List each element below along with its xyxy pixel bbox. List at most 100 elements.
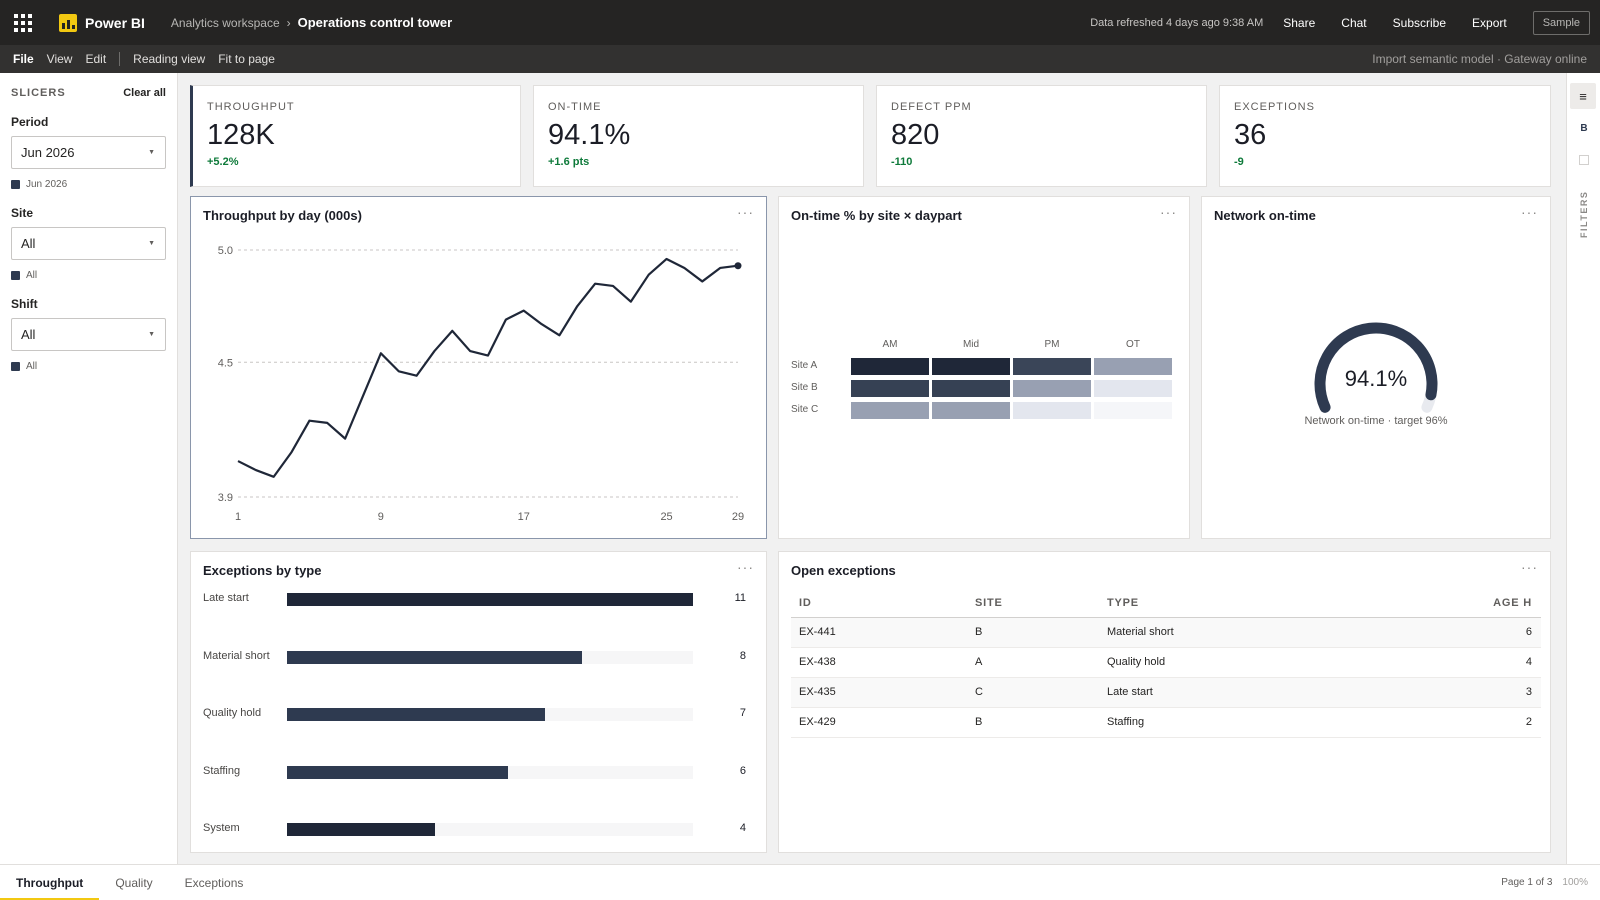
bar-category-label: Quality hold — [203, 707, 262, 719]
slicer-period-dropdown[interactable]: Jun 2026 ▼ — [11, 136, 166, 169]
bar[interactable] — [287, 708, 546, 721]
bar-track — [287, 823, 693, 836]
chevron-down-icon: ▼ — [148, 149, 155, 156]
menu-edit[interactable]: Edit — [85, 52, 106, 66]
bar-value-label: 6 — [739, 764, 746, 777]
slicer-shift-dropdown[interactable]: All ▼ — [11, 318, 166, 351]
column-header[interactable]: AGE H — [1399, 590, 1541, 618]
column-header[interactable]: ID — [791, 590, 967, 618]
heatmap-cell[interactable] — [1013, 402, 1091, 419]
slicer-site-dropdown[interactable]: All ▼ — [11, 227, 166, 260]
line-chart-visual[interactable]: Throughput by day (000s) ··· 3.9 4.5 5.0 1 9… — [190, 196, 767, 539]
visual-title: On-time % by site × daypart — [791, 208, 962, 223]
slicer-period-chip[interactable]: Jun 2026 — [11, 179, 166, 190]
chevron-down-icon: ▼ — [148, 240, 155, 247]
kpi-value: 128K — [207, 119, 275, 151]
more-options-icon[interactable]: ··· — [1521, 559, 1538, 575]
bar[interactable] — [287, 765, 509, 779]
menu-divider — [119, 52, 121, 66]
kpi-card-throughput[interactable]: THROUGHPUT 128K +5.2% — [190, 85, 521, 187]
gauge-visual[interactable]: Network on-time ··· 94.1% Network on-tim… — [1201, 196, 1551, 539]
slicer-shift-chip[interactable]: All — [11, 361, 166, 372]
bar-track — [287, 650, 693, 664]
heatmap-cell[interactable] — [851, 380, 929, 397]
column-header[interactable]: SITE — [967, 590, 1099, 618]
cell-age: 3 — [1399, 677, 1541, 708]
heatmap-cell[interactable] — [1094, 402, 1172, 419]
tab-exceptions[interactable]: Exceptions — [169, 865, 260, 900]
tab-throughput[interactable]: Throughput — [0, 865, 100, 900]
heatmap-column-label: AM — [882, 339, 898, 350]
menu-view[interactable]: View — [47, 52, 73, 66]
heatmap-visual[interactable]: On-time % by site × daypart ··· AM Mid PM O… — [778, 196, 1190, 539]
more-options-icon[interactable]: ··· — [737, 559, 754, 575]
zoom-level[interactable]: 100% — [1562, 877, 1588, 888]
bar[interactable] — [287, 823, 435, 836]
heatmap-cell[interactable] — [1094, 358, 1172, 375]
heatmap-cell[interactable] — [932, 380, 1010, 397]
table-row[interactable]: EX-438 A Quality hold 4 — [791, 647, 1541, 678]
kpi-delta: -9 — [1234, 156, 1244, 168]
slicer-site-label: Site — [11, 206, 34, 220]
bar-track — [287, 593, 693, 606]
top-bar: Power BI Analytics workspace › Operation… — [0, 0, 1600, 45]
slicer-site-chip[interactable]: All — [11, 270, 166, 281]
chevron-down-icon: ▼ — [148, 331, 155, 338]
report-title: Operations control tower — [297, 15, 453, 30]
checkbox-icon — [11, 362, 20, 371]
share-button[interactable]: Share — [1283, 16, 1315, 30]
clear-all-button[interactable]: Clear all — [123, 87, 166, 99]
bar-category-label: Material short — [203, 649, 270, 662]
table-visual[interactable]: Open exceptions ··· ID SITE TYPE AGE H E… — [778, 551, 1551, 853]
bar-category-label: System — [203, 822, 240, 834]
exceptions-table: ID SITE TYPE AGE H EX-441 B Material sho… — [791, 590, 1541, 738]
table-row[interactable]: EX-441 B Material short 6 — [791, 617, 1541, 648]
bar-chart-visual[interactable]: Exceptions by type ··· Late start 11 Mater… — [190, 551, 767, 853]
filters-tab[interactable]: FILTERS — [1570, 188, 1598, 238]
table-row[interactable]: EX-429 B Staffing 2 — [791, 707, 1541, 738]
heatmap-cell[interactable] — [932, 358, 1010, 375]
chat-button[interactable]: Chat — [1341, 16, 1366, 30]
menu-file[interactable]: File — [13, 52, 34, 66]
app-name[interactable]: Power BI — [85, 15, 145, 31]
bar[interactable] — [287, 593, 693, 606]
bar-value-label: 11 — [734, 592, 746, 604]
column-header[interactable]: TYPE — [1099, 590, 1399, 618]
bar-category-label: Staffing — [203, 764, 241, 777]
table-row[interactable]: EX-435 C Late start 3 — [791, 677, 1541, 708]
heatmap-cell[interactable] — [932, 402, 1010, 419]
kpi-label: EXCEPTIONS — [1234, 101, 1315, 113]
slicer-shift-label: Shift — [11, 297, 38, 311]
tab-quality[interactable]: Quality — [99, 865, 168, 900]
sample-badge[interactable]: Sample — [1532, 10, 1590, 35]
bar[interactable] — [287, 650, 583, 664]
kpi-card-exceptions[interactable]: EXCEPTIONS 36 -9 — [1219, 85, 1551, 187]
bookmarks-button[interactable]: B — [1567, 123, 1600, 134]
cell-id: EX-435 — [791, 677, 967, 708]
table-header-row: ID SITE TYPE AGE H — [791, 590, 1541, 618]
cell-age: 6 — [1399, 617, 1541, 648]
kpi-card-defect-ppm[interactable]: DEFECT PPM 820 -110 — [876, 85, 1207, 187]
heatmap-cell[interactable] — [851, 358, 929, 375]
kpi-card-on-time[interactable]: ON-TIME 94.1% +1.6 pts — [533, 85, 864, 187]
checkbox-icon — [11, 271, 20, 280]
kpi-delta: +1.6 pts — [548, 156, 590, 168]
heatmap-cell[interactable] — [1094, 380, 1172, 397]
subscribe-button[interactable]: Subscribe — [1393, 16, 1446, 30]
export-button[interactable]: Export — [1472, 16, 1507, 30]
cell-id: EX-441 — [791, 617, 967, 648]
app-launcher-icon[interactable] — [14, 13, 32, 32]
kpi-delta: +5.2% — [207, 156, 239, 168]
heatmap-cell[interactable] — [851, 402, 929, 419]
slicer-pane: SLICERS Clear all Period Jun 2026 ▼ Jun … — [0, 73, 178, 864]
more-options-icon[interactable]: ··· — [1160, 204, 1177, 220]
heatmap-cell[interactable] — [1013, 380, 1091, 397]
breadcrumb-workspace[interactable]: Analytics workspace — [171, 16, 280, 30]
x-tick-label: 17 — [518, 511, 530, 523]
menu-reading-view[interactable]: Reading view — [133, 52, 205, 66]
menu-fit-to-page[interactable]: Fit to page — [218, 52, 275, 66]
series-line-throughput — [237, 257, 739, 478]
heatmap-cell[interactable] — [1013, 358, 1091, 375]
checkbox-icon[interactable] — [1579, 155, 1589, 165]
pane-toggle-icon[interactable]: ≡ — [1570, 83, 1596, 109]
